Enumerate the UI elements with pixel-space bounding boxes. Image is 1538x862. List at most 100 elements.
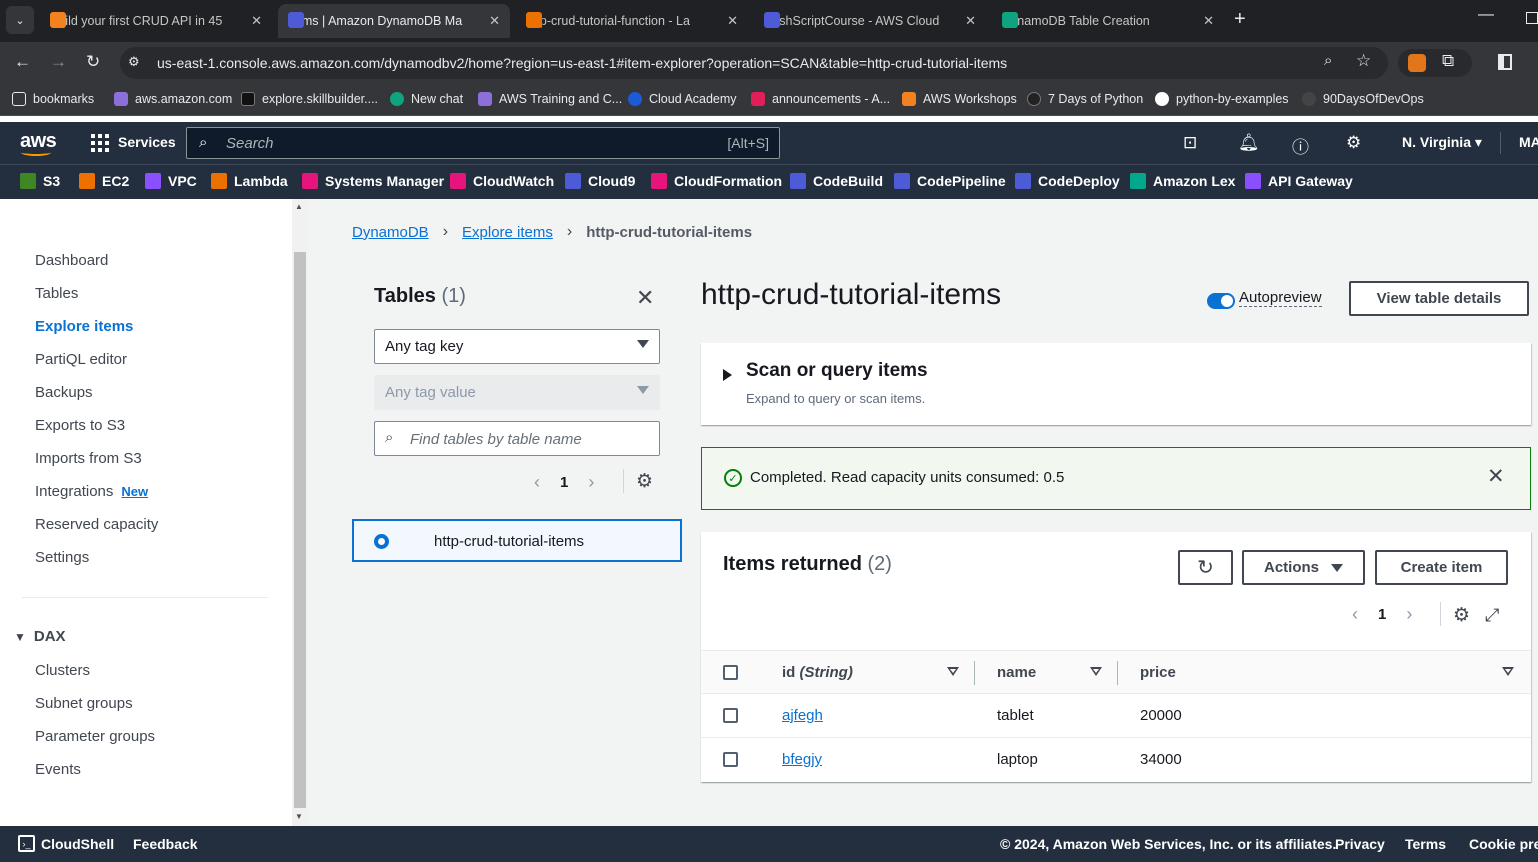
services-menu[interactable]: Services <box>118 134 176 150</box>
nav-dax-subnet-groups[interactable]: Subnet groups <box>35 695 133 712</box>
chevron-left-icon[interactable]: ‹ <box>534 472 540 493</box>
chevron-right-icon[interactable]: › <box>1406 604 1412 625</box>
tag-key-select[interactable]: Any tag key <box>374 329 660 364</box>
preferences-gear-icon[interactable]: ⚙ <box>1453 604 1470 627</box>
extensions-puzzle-icon[interactable]: ⧉ <box>1442 51 1454 71</box>
help-icon[interactable]: ⓘ <box>1292 133 1309 158</box>
bookmark-star-icon[interactable]: ☆ <box>1356 51 1371 71</box>
bookmark-item[interactable]: 7 Days of Python <box>1027 92 1143 106</box>
column-resizer[interactable] <box>974 661 975 685</box>
preferences-gear-icon[interactable]: ⚙ <box>636 470 653 493</box>
find-tables-field[interactable]: ⌕ <box>374 421 660 456</box>
nav-exports-to-s3[interactable]: Exports to S3 <box>35 417 125 434</box>
services-grid-icon[interactable] <box>91 134 109 152</box>
table-list-item[interactable]: http-crud-tutorial-items <box>352 519 682 562</box>
browser-tab[interactable]: DynamoDB Table Creation ✕ <box>992 4 1224 38</box>
bookmark-item[interactable]: 90DaysOfDevOps <box>1302 92 1424 106</box>
bookmark-item[interactable]: AWS Training and C... <box>478 92 622 106</box>
zoom-icon[interactable]: ⌕ <box>1324 52 1332 69</box>
favorite-codebuild[interactable]: CodeBuild <box>790 173 883 189</box>
notifications-bell-icon[interactable]: 🔔︎ <box>1238 133 1260 153</box>
find-tables-input[interactable] <box>410 428 650 450</box>
terms-link[interactable]: Terms <box>1405 836 1446 852</box>
tab-close-icon[interactable]: ✕ <box>727 13 738 29</box>
nav-dax-parameter-groups[interactable]: Parameter groups <box>35 728 155 745</box>
nav-partiql-editor[interactable]: PartiQL editor <box>35 351 127 368</box>
chevron-right-icon[interactable]: › <box>588 472 594 493</box>
row-checkbox[interactable] <box>723 708 738 723</box>
tab-close-icon[interactable]: ✕ <box>489 13 500 29</box>
favorite-amazon-lex[interactable]: Amazon Lex <box>1130 173 1235 189</box>
url-omnibox[interactable]: ⚙ us-east-1.console.aws.amazon.com/dynam… <box>120 47 1388 79</box>
url-text[interactable]: us-east-1.console.aws.amazon.com/dynamod… <box>157 55 1007 71</box>
sidenav-scroll-thumb[interactable] <box>294 252 306 808</box>
tag-value-select[interactable]: Any tag value <box>374 375 660 410</box>
bookmark-item[interactable]: explore.skillbuilder.... <box>241 92 378 106</box>
item-id-link[interactable]: bfegjy <box>782 751 822 768</box>
item-id-link[interactable]: ajfegh <box>782 707 823 724</box>
region-selector[interactable]: N. Virginia ▾ <box>1402 134 1482 151</box>
favorite-ec2[interactable]: EC2 <box>79 173 129 189</box>
bookmark-item[interactable]: Cloud Academy <box>628 92 737 106</box>
cloudshell-link[interactable]: CloudShell <box>41 836 114 852</box>
aws-logo[interactable]: aws <box>20 130 57 156</box>
tab-close-icon[interactable]: ✕ <box>965 13 976 29</box>
forward-icon[interactable]: → <box>50 52 67 72</box>
favorite-vpc[interactable]: VPC <box>145 173 197 189</box>
radio-selected[interactable] <box>374 534 389 549</box>
browser-tab[interactable]: Build your first CRUD API in 45 ✕ <box>40 4 272 38</box>
tab-close-icon[interactable]: ✕ <box>251 13 262 29</box>
bookmark-item[interactable]: bookmarks <box>12 92 94 106</box>
bookmark-item[interactable]: aws.amazon.com <box>114 92 232 106</box>
breadcrumb-explore-items[interactable]: Explore items <box>462 224 553 241</box>
column-header-name[interactable]: name <box>997 664 1036 681</box>
sort-caret-icon[interactable] <box>1090 667 1102 676</box>
column-resizer[interactable] <box>1117 661 1118 685</box>
site-info-icon[interactable]: ⚙ <box>128 54 140 70</box>
sort-caret-icon[interactable] <box>947 667 959 676</box>
favorite-cloud9[interactable]: Cloud9 <box>565 173 635 189</box>
nav-dax-clusters[interactable]: Clusters <box>35 662 90 679</box>
browser-tab[interactable]: BashScriptCourse - AWS Cloud ✕ <box>754 4 986 38</box>
nav-explore-items[interactable]: Explore items <box>35 318 133 335</box>
page-number[interactable]: 1 <box>1378 606 1386 623</box>
cloudshell-icon[interactable]: ›_ <box>18 835 35 852</box>
actions-dropdown-button[interactable]: Actions <box>1242 550 1365 585</box>
scan-query-heading[interactable]: Scan or query items <box>746 360 928 382</box>
minimize-icon[interactable]: — <box>1478 6 1494 24</box>
cloudshell-icon[interactable]: ⊡ <box>1183 133 1197 153</box>
favorite-cloudwatch[interactable]: CloudWatch <box>450 173 554 189</box>
sort-caret-icon[interactable] <box>1502 667 1514 676</box>
account-menu[interactable]: MA <box>1519 134 1538 150</box>
metamask-icon[interactable] <box>1408 54 1426 72</box>
favorite-codepipeline[interactable]: CodePipeline <box>894 173 1006 189</box>
settings-gear-icon[interactable]: ⚙ <box>1346 133 1361 153</box>
aws-search-input[interactable]: ⌕ Search [Alt+S] <box>186 127 780 159</box>
breadcrumb-dynamodb[interactable]: DynamoDB <box>352 224 429 241</box>
view-table-details-button[interactable]: View table details <box>1349 281 1529 316</box>
favorite-lambda[interactable]: Lambda <box>211 173 288 189</box>
tab-close-icon[interactable]: ✕ <box>1203 13 1214 29</box>
favorite-api-gateway[interactable]: API Gateway <box>1245 173 1353 189</box>
nav-dashboard[interactable]: Dashboard <box>35 252 108 269</box>
nav-tables[interactable]: Tables <box>35 285 78 302</box>
bookmark-item[interactable]: New chat <box>390 92 463 106</box>
dismiss-close-icon[interactable]: ✕ <box>1487 466 1505 487</box>
privacy-link[interactable]: Privacy <box>1335 836 1385 852</box>
bookmark-item[interactable]: announcements - A... <box>751 92 890 106</box>
back-icon[interactable]: ← <box>14 52 31 72</box>
maximize-icon[interactable] <box>1526 12 1538 24</box>
cookie-preferences-link[interactable]: Cookie pref <box>1469 836 1538 852</box>
autopreview-label[interactable]: Autopreview <box>1239 289 1322 307</box>
nav-dax-section[interactable]: ▼ DAX <box>14 628 66 645</box>
new-tab-button[interactable]: + <box>1234 8 1246 31</box>
browser-tab-active[interactable]: Items | Amazon DynamoDB Ma ✕ <box>278 4 510 38</box>
favorite-codedeploy[interactable]: CodeDeploy <box>1015 173 1120 189</box>
column-header-id[interactable]: id (String) <box>782 664 853 681</box>
scan-query-expander[interactable]: Scan or query items Expand to query or s… <box>701 343 1531 425</box>
side-panel-icon[interactable] <box>1498 54 1512 70</box>
scroll-up-arrow-icon[interactable]: ▲ <box>295 202 303 211</box>
nav-reserved-capacity[interactable]: Reserved capacity <box>35 516 158 533</box>
nav-dax-events[interactable]: Events <box>35 761 81 778</box>
column-header-price[interactable]: price <box>1140 664 1176 681</box>
